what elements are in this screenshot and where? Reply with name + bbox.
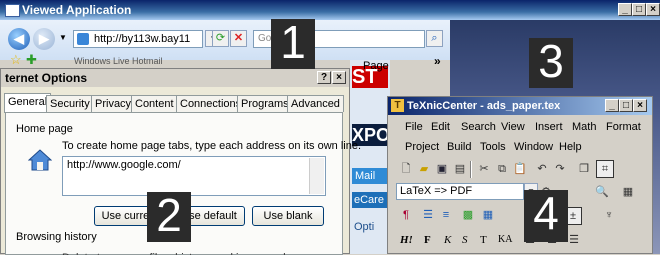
tab-general[interactable]: General	[4, 93, 52, 113]
output-profile-select[interactable]: LaTeX => PDF	[396, 183, 524, 200]
build-view-icon[interactable]: ▦	[620, 184, 636, 200]
use-blank-button[interactable]: Use blank	[252, 206, 324, 226]
chevron-icon[interactable]: »	[434, 54, 441, 68]
home-page-url: http://www.google.com/	[67, 159, 181, 171]
overlay-number-2: 2	[147, 192, 191, 242]
ie-page-icon	[77, 33, 89, 45]
textarea-scrollbar[interactable]	[309, 158, 324, 194]
save-all-icon[interactable]: ▤	[452, 161, 468, 177]
slanted-button[interactable]: S	[462, 234, 468, 246]
history-dropdown-icon[interactable]: ▼	[59, 33, 67, 42]
search-icon[interactable]: ⌕	[426, 30, 443, 47]
menu-window[interactable]: Window	[514, 141, 553, 153]
dialog-title: ternet Options	[5, 71, 88, 85]
tab-content[interactable]: Content	[131, 95, 178, 112]
address-bar[interactable]: http://by113w.bay11	[73, 30, 203, 48]
new-file-icon[interactable]: 🗋	[398, 161, 414, 177]
menu-insert[interactable]: Insert	[535, 121, 563, 133]
find-icon[interactable]: ♆	[601, 207, 617, 223]
toolbar-separator	[470, 161, 472, 178]
browsing-history-label: Browsing history	[16, 231, 97, 243]
typewriter-button[interactable]: T	[480, 234, 487, 246]
insert-figure-icon[interactable]: ▩	[460, 207, 476, 223]
app-icon	[5, 4, 20, 17]
menu-tools[interactable]: Tools	[480, 141, 506, 153]
insert-chapter-icon[interactable]: ¶	[398, 207, 414, 223]
maximize-button[interactable]: □	[632, 3, 646, 16]
home-page-textarea[interactable]: http://www.google.com/	[62, 156, 326, 196]
view-output-icon[interactable]: ⌗	[596, 160, 614, 178]
refresh-button[interactable]: ⟳	[212, 30, 229, 47]
back-button[interactable]: ◀	[8, 28, 30, 50]
window-icon[interactable]: ❐	[576, 161, 592, 177]
menu-file[interactable]: File	[405, 121, 423, 133]
add-favorite-icon[interactable]: ✚	[26, 52, 37, 68]
itemize-icon[interactable]: ☰	[420, 207, 436, 223]
page-menu[interactable]: Page	[363, 60, 389, 72]
copy-icon[interactable]: ⧉	[494, 161, 510, 177]
tab-connections[interactable]: Connections	[176, 95, 246, 112]
overlay-number-1: 1	[271, 19, 315, 69]
save-icon[interactable]: ▣	[434, 161, 450, 177]
italic-button[interactable]: K	[444, 234, 451, 246]
redo-icon[interactable]: ↷	[552, 161, 568, 177]
open-folder-icon[interactable]: ▰	[416, 161, 432, 177]
dialog-close-button[interactable]: ×	[332, 71, 346, 84]
home-icon	[27, 149, 53, 171]
menu-math[interactable]: Math	[572, 121, 596, 133]
bold-button[interactable]: F	[424, 234, 431, 246]
tx-maximize-button[interactable]: □	[619, 99, 633, 112]
tab-privacy[interactable]: Privacy	[91, 95, 136, 112]
tab-security[interactable]: Security	[46, 95, 94, 112]
overlay-number-3: 3	[529, 38, 573, 88]
favorites-star-icon[interactable]: ☆	[10, 52, 22, 68]
menu-project[interactable]: Project	[405, 141, 439, 153]
texniccenter-title: TeXnicCenter - ads_paper.tex	[407, 100, 561, 112]
home-page-label: Home page	[16, 123, 73, 135]
menu-view[interactable]: View	[501, 121, 525, 133]
cut-icon[interactable]: ✂	[476, 161, 492, 177]
page-fragment-ecare[interactable]: eCare	[352, 192, 388, 208]
overlay-number-4: 4	[524, 190, 568, 242]
minimize-button[interactable]: _	[618, 3, 632, 16]
tx-minimize-button[interactable]: _	[605, 99, 619, 112]
stop-button[interactable]: ✕	[230, 30, 247, 47]
menu-build[interactable]: Build	[447, 141, 471, 153]
menu-search[interactable]: Search	[461, 121, 496, 133]
forward-button[interactable]: ▶	[33, 28, 55, 50]
tx-close-button[interactable]: ×	[633, 99, 647, 112]
texniccenter-window: T TeXnicCenter - ads_paper.tex _ □ × Fil…	[387, 96, 653, 254]
menu-format[interactable]: Format	[606, 121, 641, 133]
tab-advanced[interactable]: Advanced	[287, 95, 344, 112]
small-caps-button[interactable]: KA	[498, 234, 512, 245]
tab-programs[interactable]: Programs	[237, 95, 293, 112]
align-right-icon[interactable]: ☰	[566, 232, 582, 248]
format-heading-button[interactable]: H!	[400, 234, 413, 246]
close-button[interactable]: ×	[646, 3, 660, 16]
page-fragment-mail[interactable]: Mail	[352, 168, 388, 184]
insert-table-icon[interactable]: ▦	[480, 207, 496, 223]
help-button[interactable]: ?	[317, 71, 331, 84]
menu-help[interactable]: Help	[559, 141, 582, 153]
ie-tab-label[interactable]: Windows Live Hotmail	[74, 56, 163, 66]
view-pdf-icon[interactable]: 🔍	[594, 184, 610, 200]
undo-icon[interactable]: ↶	[534, 161, 550, 177]
page-fragment-opti[interactable]: Opti	[354, 221, 374, 233]
paste-icon[interactable]: 📋	[512, 161, 528, 177]
texniccenter-logo-icon: T	[391, 99, 404, 112]
outer-window-title: Viewed Application	[22, 3, 132, 17]
home-page-description: To create home page tabs, type each addr…	[62, 140, 362, 152]
menu-edit[interactable]: Edit	[431, 121, 450, 133]
enumerate-icon[interactable]: ≡	[438, 207, 454, 223]
